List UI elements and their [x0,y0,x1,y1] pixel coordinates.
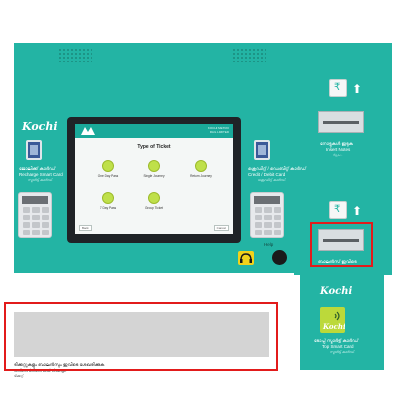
pin-pad-left[interactable] [18,192,52,238]
collect-tickets-sub: ടിക്കറ്റ് [14,374,24,378]
option-return-journey[interactable]: Return Journey [181,160,221,178]
top-card-en: Top Smart Card [322,344,354,349]
headphone-icon [240,253,252,263]
seven-day-pass-icon [102,192,114,204]
smart-card-tap-pad[interactable]: Kochi [320,307,346,333]
back-button[interactable]: Back [79,225,92,231]
insert-up-arrow-icon: ⬆ [352,82,363,96]
insert-notes-en: Insert Notes [326,147,351,152]
kochi-logo-right: Kochi [320,286,353,297]
banknote-return-icon [329,201,347,219]
pin-pad-credit[interactable] [250,192,284,238]
recharge-label-en: Recharge Smart Card [19,172,63,177]
recharge-label-ml: ജോലിക്ക് കാർഡ് [19,166,56,171]
screen-header: KOCHI METRO RAIL LIMITED [75,124,233,138]
option-single-journey[interactable]: Single Journey [134,160,174,178]
one-day-pass-icon [102,160,114,172]
banknote-icon [329,79,347,97]
credit-label-sub: ക്രെഡിറ്റ് കാർഡ് [258,178,286,182]
help-label: Help [264,242,274,247]
single-journey-icon [148,160,160,172]
insert-notes-sub: நோட் [333,153,343,157]
option-group-ticket[interactable]: Group Ticket [134,192,174,210]
screen-org-name: KOCHI METRO RAIL LIMITED [207,126,229,134]
helpline-button[interactable] [238,251,254,265]
return-journey-icon [195,160,207,172]
card-reader-credit[interactable] [254,140,270,160]
highlight-collection-tray [4,302,278,371]
credit-label-ml: ക്രെഡിറ്റ് / ഡെബിറ്റ് കാർഡ് [248,166,306,171]
highlight-change-slot [310,222,373,267]
return-arrow-icon: ⬆ [352,204,363,218]
note-insert-slot[interactable] [318,111,364,133]
credit-label-en: Credit / Debit Card [248,172,286,177]
touch-screen[interactable]: KOCHI METRO RAIL LIMITED Type of Ticket … [75,124,233,234]
kmrl-logo-icon [81,127,95,135]
recharge-label-sub: സ്മാർട്ട് കാർഡ് [28,178,53,182]
option-one-day-pass[interactable]: One Day Pass [88,160,128,178]
pin-pad-keys[interactable] [255,207,281,235]
speaker-grille-left [58,48,92,62]
kochi-logo-left: Kochi [22,120,58,133]
svg-text:Kochi: Kochi [322,322,345,331]
top-card-sub: സ്മാർട്ട് കാർഡ് [330,350,355,354]
screen-title: Type of Ticket [137,144,171,150]
contactless-icon: Kochi [322,311,346,331]
top-card-ml: ടോപ്പ് സ്മാർട്ട് കാർഡ് [314,338,359,343]
headphone-jack[interactable] [272,250,287,265]
group-ticket-icon [148,192,160,204]
cancel-button[interactable]: Cancel [213,225,229,231]
speaker-grille-right [232,48,266,62]
insert-notes-ml: നോട്ടുകൾ ഇടുക [320,141,353,146]
pin-pad-display [22,196,48,204]
kiosk-scene: Kochi ജോലിക്ക് കാർഡ് Recharge Smart Card… [0,0,400,400]
pin-pad-keys[interactable] [23,207,49,235]
card-reader-left[interactable] [26,140,42,160]
option-7-day-pass[interactable]: 7 Day Pass [88,192,128,210]
pin-pad-display [254,196,280,204]
